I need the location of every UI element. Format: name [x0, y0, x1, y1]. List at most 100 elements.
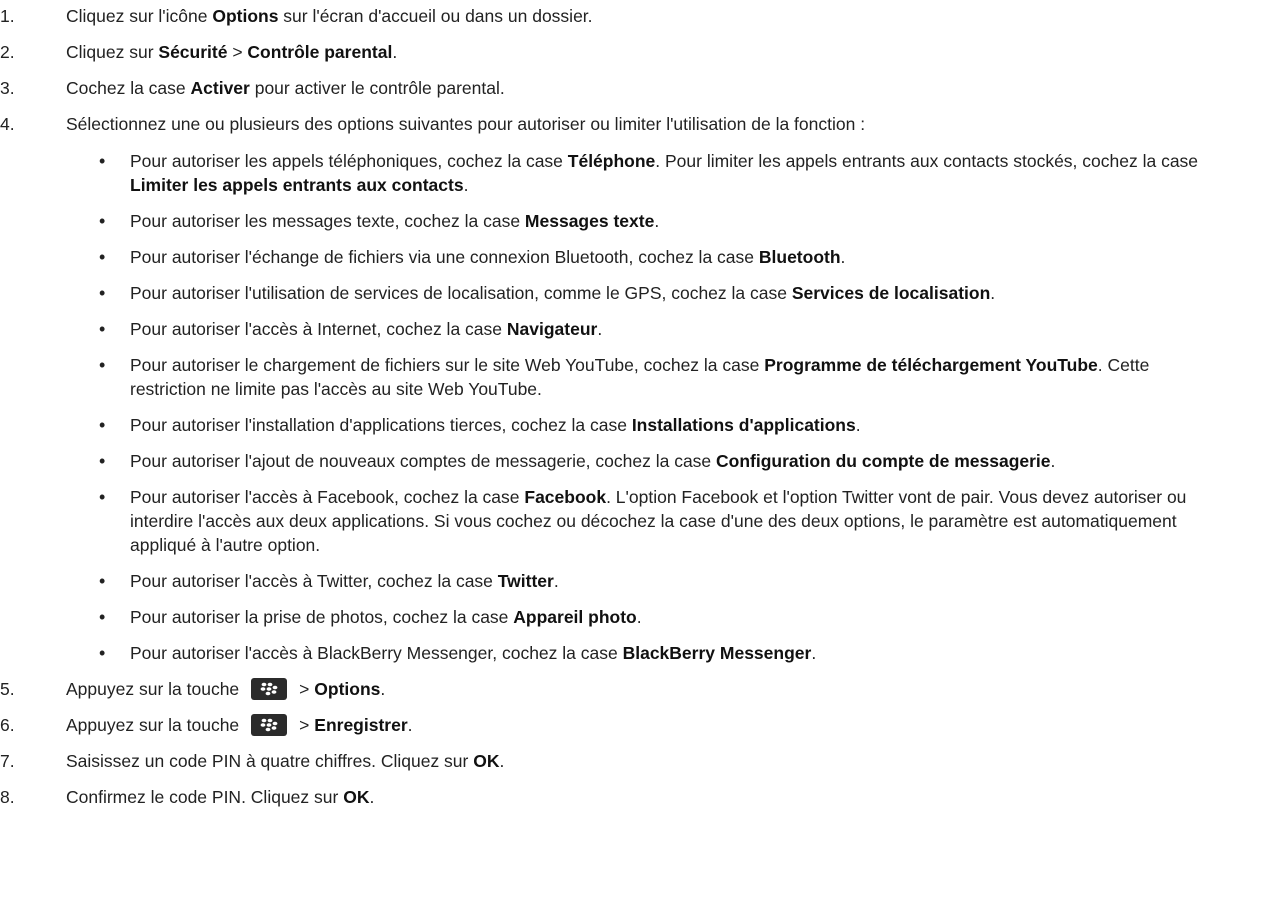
list-item: • Pour autoriser la prise de photos, coch…	[66, 605, 1244, 629]
text-run: .	[392, 42, 398, 62]
step-text: Sélectionnez une ou plusieurs des option…	[66, 112, 1244, 136]
ui-term: BlackBerry Messenger	[622, 643, 812, 663]
bullet-icon: •	[99, 319, 106, 339]
ui-term: Enregistrer	[314, 715, 408, 735]
text-run: Saisissez un code PIN à quatre chiffres.…	[66, 751, 474, 771]
bullet-icon: •	[99, 283, 106, 303]
text-run: .	[1050, 451, 1056, 471]
text-run: .	[499, 751, 505, 771]
text-run: Sélectionnez une ou plusieurs des option…	[66, 114, 866, 134]
bullet-icon: •	[99, 247, 106, 267]
text-run: .	[654, 211, 660, 231]
step-6: 6. Appuyez sur la touche > Enregistrer.	[0, 713, 1264, 737]
ui-term: Messages texte	[524, 211, 655, 231]
text-run: pour activer le contrôle parental.	[249, 78, 505, 98]
text-run: >	[299, 679, 315, 699]
text-run: .	[636, 607, 642, 627]
bullet-icon: •	[99, 451, 106, 471]
ui-term: OK	[473, 751, 500, 771]
text-run: Pour autoriser le chargement de fichiers…	[130, 355, 765, 375]
step-7: 7. Saisissez un code PIN à quatre chiffre…	[0, 749, 1264, 773]
step-text: Appuyez sur la touche > Enregistrer.	[66, 713, 1244, 737]
list-item: • Pour autoriser l'installation d'applica…	[66, 413, 1244, 437]
text-run: Pour autoriser l'accès à Facebook, coche…	[130, 487, 525, 507]
list-item: • Pour autoriser l'accès à Facebook, coch…	[66, 485, 1244, 557]
ui-term: Programme de téléchargement YouTube	[764, 355, 1098, 375]
text-run: Pour autoriser l'accès à BlackBerry Mess…	[130, 643, 623, 663]
bullet-icon: •	[99, 211, 106, 231]
step-number: 8.	[0, 787, 15, 807]
text-run: Pour autoriser l'accès à Twitter, cochez…	[130, 571, 498, 591]
blackberry-menu-key-icon	[251, 713, 288, 736]
text-run: Pour autoriser les appels téléphoniques,…	[130, 151, 568, 171]
text-run: .	[855, 415, 861, 435]
ui-term: Navigateur	[506, 319, 598, 339]
ui-term: Options	[212, 6, 279, 26]
step-number: 1.	[0, 6, 15, 26]
bullet-icon: •	[99, 151, 106, 171]
bullet-icon: •	[99, 607, 106, 627]
ui-term: Contrôle parental	[247, 42, 393, 62]
step-8: 8. Confirmez le code PIN. Cliquez sur OK.	[0, 785, 1264, 809]
text-run: .	[990, 283, 996, 303]
step-3: 3. Cochez la case Activer pour activer le…	[0, 76, 1264, 100]
text-run: Pour autoriser la prise de photos, coche…	[130, 607, 514, 627]
text-run: .	[553, 571, 559, 591]
step-text: Cliquez sur Sécurité > Contrôle parental…	[66, 40, 1244, 64]
step-number: 3.	[0, 78, 15, 98]
ui-term: Bluetooth	[758, 247, 841, 267]
step-5: 5. Appuyez sur la touche > Options.	[0, 677, 1264, 701]
step-2: 2. Cliquez sur Sécurité > Contrôle parent…	[0, 40, 1264, 64]
ui-term: Installations d'applications	[631, 415, 856, 435]
step-1: 1. Cliquez sur l'icône Options sur l'écra…	[0, 4, 1264, 28]
bullet-icon: •	[99, 571, 106, 591]
text-run: Pour autoriser l'échange de fichiers via…	[130, 247, 759, 267]
bullet-icon: •	[99, 643, 106, 663]
ui-term: Facebook	[524, 487, 607, 507]
list-item: • Pour autoriser le chargement de fichier…	[66, 353, 1244, 401]
ui-term: Téléphone	[567, 151, 656, 171]
list-item: • Pour autoriser les messages texte, coch…	[66, 209, 1244, 233]
text-run: Pour autoriser l'accès à Internet, coche…	[130, 319, 507, 339]
step-number: 7.	[0, 751, 15, 771]
text-run: Cliquez sur l'icône	[66, 6, 213, 26]
text-run: Confirmez le code PIN. Cliquez sur	[66, 787, 344, 807]
text-run: . Pour limiter les appels entrants aux c…	[655, 151, 1199, 171]
bullet-icon: •	[99, 355, 106, 375]
ui-term: Options	[314, 679, 381, 699]
text-run: .	[597, 319, 603, 339]
blackberry-menu-key-icon	[251, 677, 288, 700]
step-text: Cliquez sur l'icône Options sur l'écran …	[66, 4, 1244, 28]
list-item: • Pour autoriser les appels téléphoniques…	[66, 149, 1244, 197]
ui-term: Configuration du compte de messagerie	[716, 451, 1051, 471]
bullet-icon: •	[99, 415, 106, 435]
text-run: Pour autoriser l'utilisation de services…	[130, 283, 792, 303]
step-number: 5.	[0, 679, 15, 699]
list-item: • Pour autoriser l'accès à Twitter, coche…	[66, 569, 1244, 593]
text-run: Appuyez sur la touche	[66, 715, 240, 735]
list-item: • Pour autoriser l'accès à BlackBerry Mes…	[66, 641, 1244, 665]
text-run: Pour autoriser les messages texte, coche…	[130, 211, 525, 231]
text-run: sur l'écran d'accueil ou dans un dossier…	[278, 6, 593, 26]
ui-term: Services de localisation	[791, 283, 991, 303]
step-text: Appuyez sur la touche > Options.	[66, 677, 1244, 701]
option-list: • Pour autoriser les appels téléphoniques…	[66, 149, 1244, 665]
list-item: • Pour autoriser l'utilisation de service…	[66, 281, 1244, 305]
step-number: 6.	[0, 715, 15, 735]
text-run: .	[407, 715, 413, 735]
bullet-icon: •	[99, 487, 106, 507]
text-run: .	[840, 247, 846, 267]
list-item: • Pour autoriser l'échange de fichiers vi…	[66, 245, 1244, 269]
step-number: 2.	[0, 42, 15, 62]
list-item: • Pour autoriser l'accès à Internet, coch…	[66, 317, 1244, 341]
step-number: 4.	[0, 114, 15, 134]
text-run: .	[811, 643, 817, 663]
instructions-document: 1. Cliquez sur l'icône Options sur l'écra…	[0, 0, 1264, 809]
ui-term: Activer	[190, 78, 250, 98]
ui-term: OK	[343, 787, 370, 807]
ui-term: Appareil photo	[513, 607, 637, 627]
step-text: Cochez la case Activer pour activer le c…	[66, 76, 1244, 100]
text-run: Cochez la case	[66, 78, 191, 98]
text-run: Pour autoriser l'ajout de nouveaux compt…	[130, 451, 717, 471]
list-item: • Pour autoriser l'ajout de nouveaux comp…	[66, 449, 1244, 473]
